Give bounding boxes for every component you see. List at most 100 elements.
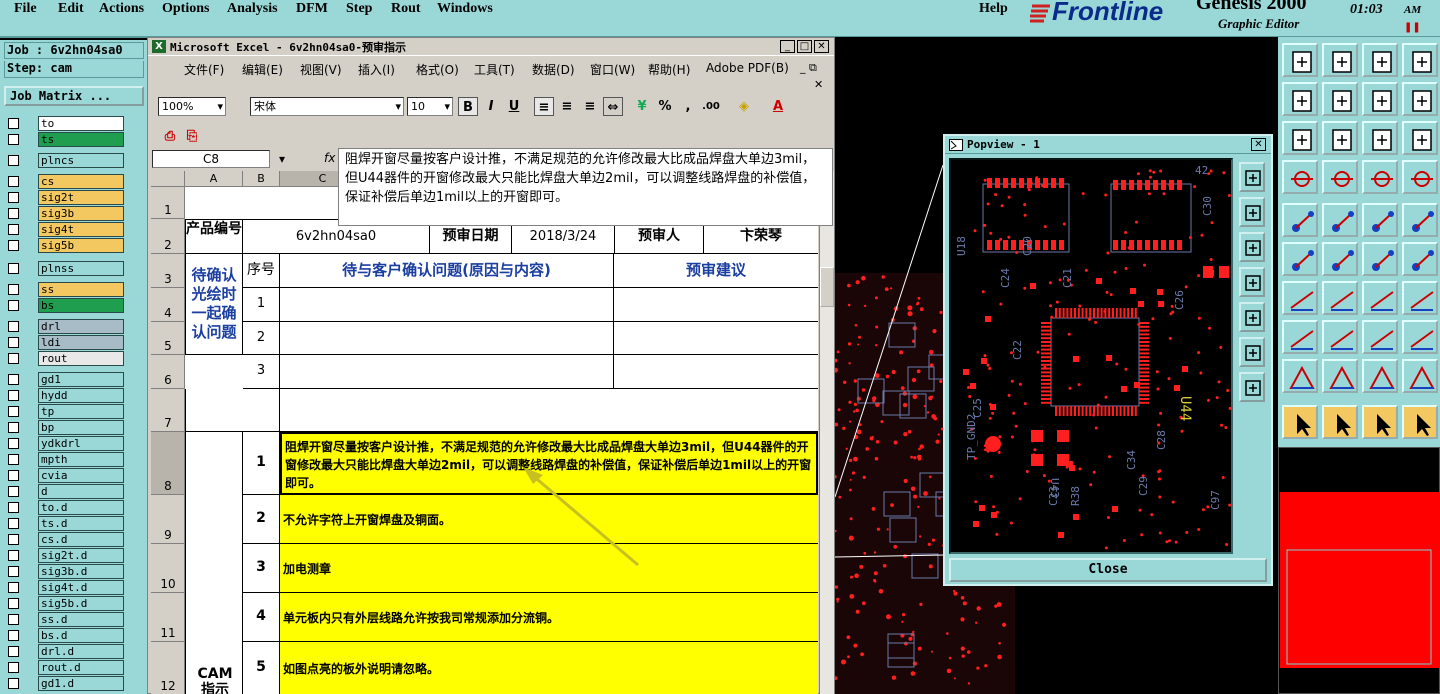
zoom-page-icon[interactable]	[1239, 232, 1265, 262]
layer-checkbox[interactable]	[8, 438, 19, 449]
increase-decimal-icon[interactable]: .00	[701, 97, 721, 116]
layer-row[interactable]: d	[4, 484, 128, 499]
layer-row[interactable]: sig2t	[4, 190, 128, 205]
layer-name[interactable]: rout.d	[38, 660, 124, 675]
layer-name[interactable]: hydd	[38, 388, 124, 403]
layer-row[interactable]: gd1.d	[4, 676, 128, 691]
job-matrix-button[interactable]: Job Matrix ...	[4, 86, 144, 106]
row-header[interactable]: 5	[151, 322, 185, 355]
pad-drop-icon[interactable]	[1282, 320, 1318, 354]
fit-icon[interactable]	[1282, 121, 1318, 155]
excel-menu-item[interactable]: 插入(I)	[358, 61, 395, 78]
layer-checkbox[interactable]	[8, 155, 19, 166]
zoom-out-icon[interactable]	[1239, 302, 1265, 332]
cluster-icon[interactable]	[1402, 320, 1438, 354]
merge-center-icon[interactable]: ⇔	[603, 97, 623, 116]
row-header[interactable]: 11	[151, 593, 185, 642]
layer-name[interactable]: rout	[38, 351, 124, 366]
layer-row[interactable]: drl	[4, 319, 128, 334]
layer-row[interactable]: plnss	[4, 261, 128, 276]
currency-icon[interactable]: ¥	[632, 97, 652, 116]
layer-checkbox[interactable]	[8, 300, 19, 311]
excel-menu-item[interactable]: 编辑(E)	[242, 61, 283, 78]
maximize-button[interactable]: □	[797, 40, 812, 53]
empty-cell[interactable]	[280, 389, 818, 432]
select-all-corner[interactable]	[151, 171, 185, 187]
layer-row[interactable]: drl.d	[4, 644, 128, 659]
dot-line2-icon[interactable]	[1402, 242, 1438, 276]
cam-instruction[interactable]: 加电测章	[280, 544, 818, 593]
layer-row[interactable]: to	[4, 116, 128, 131]
layer-checkbox[interactable]	[8, 134, 19, 145]
layer-checkbox[interactable]	[8, 118, 19, 129]
layer-checkbox[interactable]	[8, 353, 19, 364]
layer-name[interactable]: ss.d	[38, 612, 124, 627]
row-header[interactable]: 2	[151, 219, 185, 254]
bold-icon[interactable]: B	[458, 97, 478, 116]
align-left-icon[interactable]: ≡	[534, 97, 554, 116]
rotate-icon[interactable]	[1362, 82, 1398, 116]
layer-checkbox[interactable]	[8, 502, 19, 513]
layer-checkbox[interactable]	[8, 614, 19, 625]
layer-name[interactable]: sig5b	[38, 238, 124, 253]
layer-row[interactable]: bs.d	[4, 628, 128, 643]
excel-menu-item[interactable]: Adobe PDF(B)	[706, 61, 789, 75]
pause-icon[interactable]: ❚❚	[1404, 22, 1421, 33]
layer-row[interactable]: cs	[4, 174, 128, 189]
cam-instruction[interactable]: 阻焊开窗尽量按客户设计推，不满足规范的允许修改最大比成品焊盘大单边3mil，但U…	[280, 432, 818, 495]
minimize-button[interactable]: _	[780, 40, 795, 53]
layer-name[interactable]: bp	[38, 420, 124, 435]
layer-row[interactable]: ts.d	[4, 516, 128, 531]
layer-row[interactable]: mpth	[4, 452, 128, 467]
close-button[interactable]: ✕	[814, 40, 829, 53]
layer-row[interactable]: ts	[4, 132, 128, 147]
layer-name[interactable]: cs	[38, 174, 124, 189]
col-header-a[interactable]: A	[185, 171, 243, 187]
row-header[interactable]: 4	[151, 288, 185, 322]
pending-advice-cell[interactable]	[614, 322, 818, 355]
layer-name[interactable]: sig4t.d	[38, 580, 124, 595]
layer-checkbox[interactable]	[8, 224, 19, 235]
zoom-in-icon[interactable]	[1239, 267, 1265, 297]
layer-checkbox[interactable]	[8, 470, 19, 481]
window-icon[interactable]	[1402, 43, 1438, 77]
home-icon[interactable]	[1362, 43, 1398, 77]
layer-name[interactable]: bs.d	[38, 628, 124, 643]
layer-checkbox[interactable]	[8, 337, 19, 348]
layer-name[interactable]: ts	[38, 132, 124, 147]
line-red-icon[interactable]	[1322, 320, 1358, 354]
layer-row[interactable]: sig3b.d	[4, 564, 128, 579]
triangle-icon[interactable]	[1282, 359, 1318, 393]
font-select[interactable]: 宋体 ▾	[250, 97, 404, 116]
row-header[interactable]: 7	[151, 389, 185, 432]
pointer-box-icon[interactable]	[1322, 405, 1358, 439]
font-color-icon[interactable]: A	[768, 97, 788, 116]
row-header[interactable]: 1	[151, 187, 185, 219]
layer-name[interactable]: sig3b	[38, 206, 124, 221]
excel-menu-item[interactable]: 数据(D)	[532, 61, 575, 78]
pdf-mail-icon[interactable]: ⎘	[182, 127, 202, 146]
net-icon[interactable]	[1282, 242, 1318, 276]
save-down-icon[interactable]	[1322, 43, 1358, 77]
layer-checkbox[interactable]	[8, 598, 19, 609]
snake-icon[interactable]	[1402, 82, 1438, 116]
layer-name[interactable]: ydkdrl	[38, 436, 124, 451]
zoom-fit-icon[interactable]	[1239, 162, 1265, 192]
layer-name[interactable]: ts.d	[38, 516, 124, 531]
menu-dfm[interactable]: DFM	[296, 1, 328, 17]
layers-alt-icon[interactable]	[1402, 160, 1438, 194]
layer-row[interactable]: sig5b.d	[4, 596, 128, 611]
excel-menu-item[interactable]: 文件(F)	[184, 61, 224, 78]
pdf-convert-icon[interactable]: ⎙	[160, 127, 180, 146]
layer-name[interactable]: sig5b.d	[38, 596, 124, 611]
move-right-icon[interactable]	[1322, 82, 1358, 116]
pad-icon[interactable]	[1282, 203, 1318, 237]
layer-row[interactable]: sig3b	[4, 206, 128, 221]
layer-name[interactable]: to.d	[38, 500, 124, 515]
doc-close-icon[interactable]: ✕	[800, 79, 823, 90]
distance-icon[interactable]	[1362, 320, 1398, 354]
a-frame3-icon[interactable]	[1402, 359, 1438, 393]
layer-row[interactable]: gd1	[4, 372, 128, 387]
menu-step[interactable]: Step	[346, 1, 372, 17]
empty-cell[interactable]	[185, 389, 280, 432]
